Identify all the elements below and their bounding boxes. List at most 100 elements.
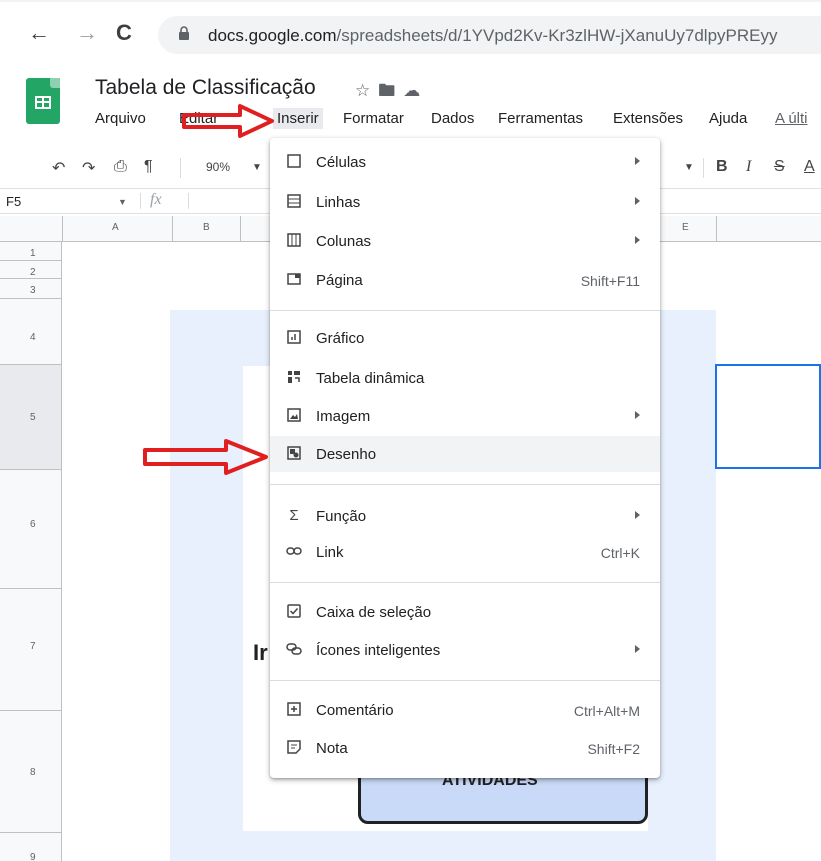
page-icon — [286, 272, 302, 288]
menu-item-label: Tabela dinâmica — [316, 370, 425, 387]
menu-item-icones-inteligentes[interactable]: Ícones inteligentes — [270, 632, 660, 668]
menu-item-colunas[interactable]: Colunas — [270, 223, 660, 259]
move-folder-icon[interactable]: 🖿 — [378, 81, 403, 100]
submenu-arrow-icon — [635, 236, 640, 244]
menu-shortcut: Shift+F11 — [580, 273, 640, 289]
formula-divider — [188, 193, 189, 209]
reload-icon[interactable]: C — [116, 20, 132, 46]
browser-toolbar: ← → C docs.google.com/spreadsheets/d/1YV… — [0, 0, 821, 62]
undo-icon[interactable]: ↶ — [52, 158, 65, 178]
url-host: docs.google.com — [208, 26, 337, 45]
column-header-e[interactable]: E — [682, 222, 689, 233]
back-arrow-icon[interactable]: ← — [28, 20, 50, 46]
link-icon — [286, 544, 302, 560]
row-header-7[interactable]: 7 — [30, 641, 36, 652]
submenu-arrow-icon — [635, 197, 640, 205]
menu-ferramentas[interactable]: Ferramentas — [498, 110, 583, 127]
zoom-select[interactable]: 90% — [206, 160, 230, 174]
image-icon — [286, 408, 302, 424]
menu-shortcut: Ctrl+K — [600, 545, 640, 561]
menu-item-funcao[interactable]: Σ Função — [270, 498, 660, 534]
name-box-dropdown-icon[interactable]: ▼ — [118, 197, 127, 207]
checkbox-icon — [286, 604, 302, 620]
annotation-arrow-icon — [182, 104, 274, 138]
square-outline-icon — [286, 154, 302, 170]
menu-shortcut: Shift+F2 — [587, 741, 640, 757]
menu-separator — [270, 484, 660, 485]
menu-item-label: Ícones inteligentes — [316, 642, 441, 659]
menu-item-label: Função — [316, 508, 367, 525]
note-icon — [286, 740, 302, 756]
font-size-dropdown-icon[interactable]: ▼ — [684, 162, 694, 173]
menu-item-comentario[interactable]: Comentário Ctrl+Alt+M — [270, 692, 660, 728]
name-box[interactable]: F5 — [6, 194, 21, 209]
paint-format-icon[interactable]: ¶ — [144, 158, 153, 176]
column-header-b[interactable]: B — [203, 222, 210, 233]
comment-icon — [286, 702, 302, 718]
chart-icon — [286, 330, 302, 346]
redo-icon[interactable]: ↷ — [82, 158, 95, 178]
star-icon[interactable]: ☆ — [355, 81, 378, 100]
toolbar-divider — [180, 158, 181, 178]
zoom-dropdown-icon[interactable]: ▼ — [252, 162, 262, 173]
menu-extensoes[interactable]: Extensões — [613, 110, 683, 127]
toolbar-divider — [703, 158, 704, 178]
sheets-logo-icon[interactable] — [26, 78, 60, 124]
menu-item-desenho[interactable]: Desenho — [270, 436, 660, 472]
sigma-icon: Σ — [289, 507, 299, 524]
forward-arrow-icon[interactable]: → — [76, 20, 98, 46]
italic-icon[interactable]: I — [746, 158, 751, 176]
rows-icon — [286, 194, 302, 210]
row-header-6[interactable]: 6 — [30, 519, 36, 530]
menu-item-linhas[interactable]: Linhas — [270, 184, 660, 220]
menu-last-edit[interactable]: A últi — [775, 110, 808, 127]
menu-item-label: Colunas — [316, 233, 372, 250]
menu-item-label: Nota — [316, 740, 348, 757]
menu-item-grafico[interactable]: Gráfico — [270, 320, 660, 356]
drawing-icon — [286, 446, 302, 462]
menu-item-nota[interactable]: Nota Shift+F2 — [270, 730, 660, 766]
menu-item-imagem[interactable]: Imagem — [270, 398, 660, 434]
drawing-heading-text: Ir — [253, 640, 268, 665]
smart-chips-icon — [286, 642, 302, 658]
menu-arquivo[interactable]: Arquivo — [95, 110, 146, 127]
screenshot: ← → C docs.google.com/spreadsheets/d/1YV… — [0, 0, 821, 861]
menu-inserir[interactable]: Inserir — [273, 108, 323, 129]
cloud-status-icon[interactable]: ☁ — [403, 81, 428, 100]
row-header-5[interactable]: 5 — [30, 412, 36, 423]
menu-formatar[interactable]: Formatar — [343, 110, 404, 127]
menu-separator — [270, 680, 660, 681]
url-path: /spreadsheets/d/1YVpd2Kv-Kr3zlHW-jXanuUy… — [336, 26, 778, 45]
menu-item-pagina[interactable]: Página Shift+F11 — [270, 262, 660, 298]
menu-ajuda[interactable]: Ajuda — [709, 110, 747, 127]
menu-separator — [270, 310, 660, 311]
menu-item-label: Linhas — [316, 194, 361, 211]
title-icons: ☆🖿☁ — [355, 78, 428, 107]
submenu-arrow-icon — [635, 411, 640, 419]
text-color-icon[interactable]: A — [804, 158, 815, 176]
menu-item-caixa-de-selecao[interactable]: Caixa de seleção — [270, 594, 660, 630]
bold-icon[interactable]: B — [716, 158, 728, 176]
menu-item-tabela-dinamica[interactable]: Tabela dinâmica — [270, 360, 660, 396]
menu-shortcut: Ctrl+Alt+M — [573, 703, 640, 719]
selected-cell-f5[interactable] — [715, 364, 821, 469]
menu-separator — [270, 582, 660, 583]
menu-dados[interactable]: Dados — [431, 110, 474, 127]
menu-item-label: Página — [316, 272, 363, 289]
print-icon[interactable]: ⎙ — [114, 158, 127, 176]
menu-item-label: Células — [316, 154, 367, 171]
menu-item-label: Imagem — [316, 408, 371, 425]
menu-item-label: Desenho — [316, 446, 377, 463]
document-title[interactable]: Tabela de Classificação — [95, 76, 316, 100]
column-header-a[interactable]: A — [112, 222, 119, 233]
menu-item-celulas[interactable]: Células — [270, 144, 660, 180]
row-header-9[interactable]: 9 — [30, 852, 36, 861]
fx-icon: fx — [150, 191, 162, 208]
menu-item-label: Gráfico — [316, 330, 365, 347]
strikethrough-icon[interactable]: S — [774, 158, 785, 176]
columns-icon — [286, 233, 302, 249]
row-header-8[interactable]: 8 — [30, 767, 36, 778]
menu-item-link[interactable]: Link Ctrl+K — [270, 534, 660, 570]
menu-item-label: Link — [316, 544, 344, 561]
insert-menu: Células Linhas Colunas Página Shift+F11 … — [270, 138, 660, 778]
